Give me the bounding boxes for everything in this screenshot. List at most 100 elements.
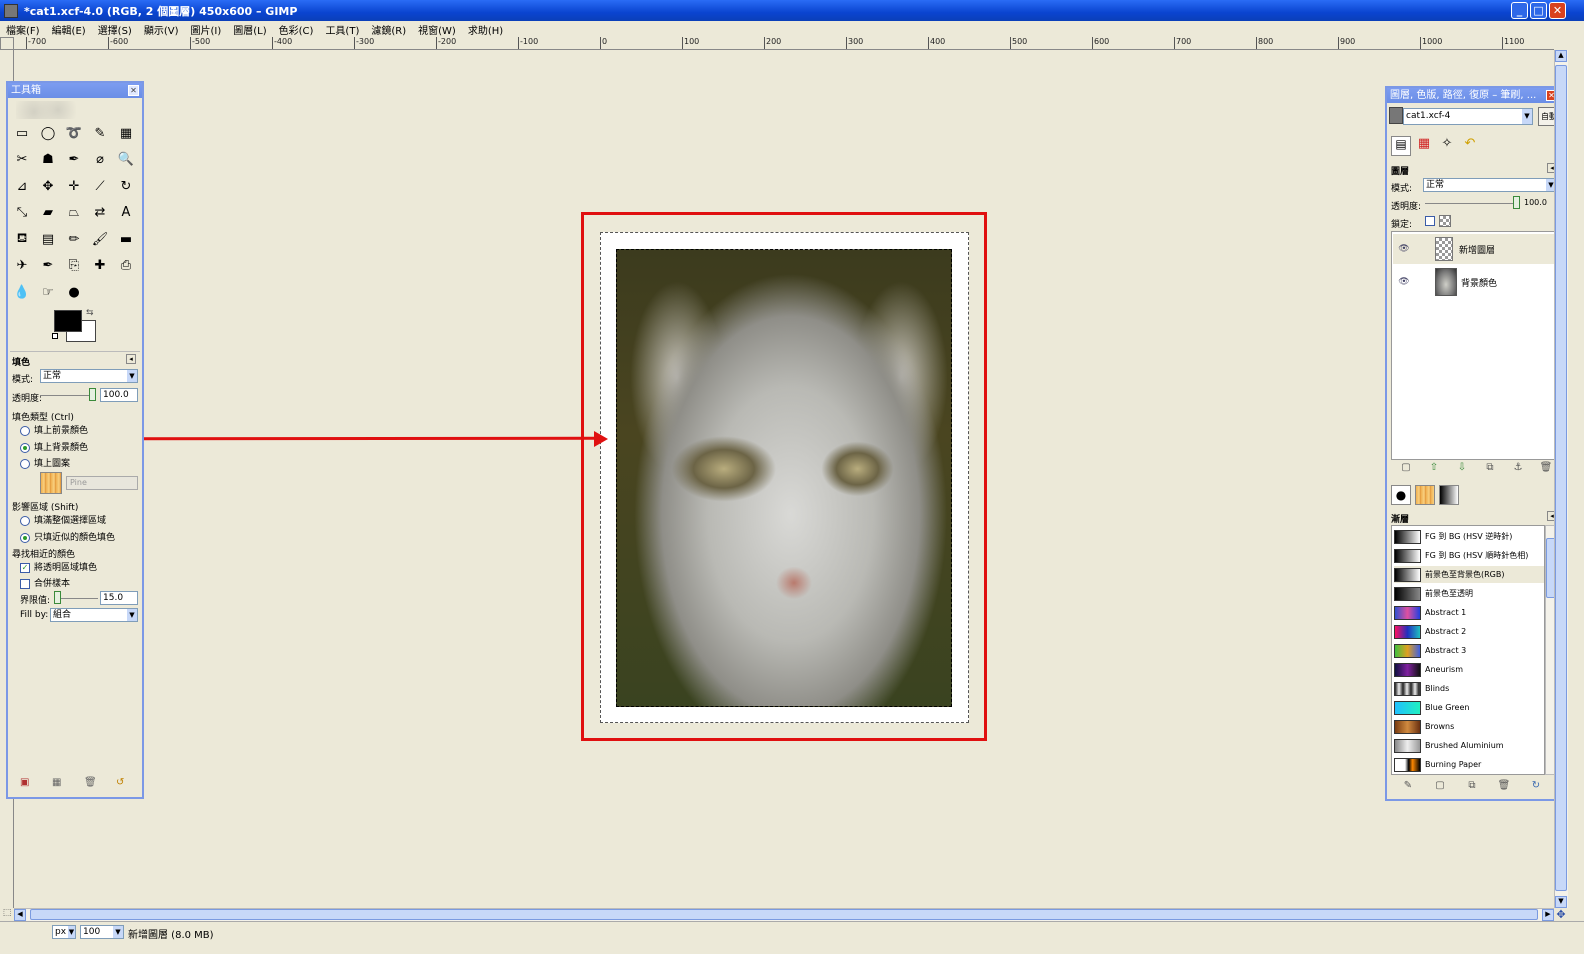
delete-layer-icon[interactable]: 🗑 xyxy=(1539,462,1553,474)
crop-tool-icon[interactable]: ⟋ xyxy=(90,176,110,196)
tab-undo[interactable]: ↶ xyxy=(1460,136,1480,156)
heal-tool-icon[interactable]: ✚ xyxy=(90,256,110,276)
unit-select[interactable]: px ▼ xyxy=(52,925,76,939)
clone-tool-icon[interactable]: ⎘ xyxy=(64,256,84,276)
tab-brushes[interactable]: ● xyxy=(1391,485,1411,505)
menu-item-3[interactable]: 顯示(V) xyxy=(144,22,179,37)
zoom-tool-icon[interactable]: 🔍 xyxy=(116,150,136,170)
tab-patterns[interactable] xyxy=(1415,485,1435,505)
gradient-item[interactable]: Abstract 2 xyxy=(1394,623,1544,640)
gradient-item[interactable]: Browns xyxy=(1394,718,1544,735)
paintbrush-tool-icon[interactable]: 🖌 xyxy=(90,229,110,249)
affected-similar-option[interactable]: 只填近似的顏色填色 xyxy=(20,530,115,543)
menu-item-5[interactable]: 圖層(L) xyxy=(233,22,266,37)
maximize-button[interactable]: □ xyxy=(1530,2,1547,19)
eraser-tool-icon[interactable]: ▬ xyxy=(116,229,136,249)
default-colors-icon[interactable] xyxy=(52,333,58,339)
measure-tool-icon[interactable]: ⊿ xyxy=(12,176,32,196)
opacity-spinbox[interactable]: 100.0 xyxy=(100,388,138,402)
tab-paths[interactable]: ✧ xyxy=(1437,136,1457,156)
gradient-item[interactable]: 前景色至透明 xyxy=(1394,585,1544,602)
restore-options-icon[interactable]: ▦ xyxy=(52,777,61,788)
select-by-color-tool-icon[interactable]: ▦ xyxy=(116,123,136,143)
opacity-slider-handle[interactable] xyxy=(89,388,96,401)
color-picker-tool-icon[interactable]: ⌀ xyxy=(90,150,110,170)
affected-whole-option[interactable]: 填滿整個選擇區域 xyxy=(20,513,106,526)
tab-layers[interactable]: ▤ xyxy=(1391,136,1411,156)
refresh-gradients-icon[interactable]: ↻ xyxy=(1529,780,1543,792)
gradient-item[interactable]: Blue Green xyxy=(1394,699,1544,716)
horizontal-scrollbar[interactable]: ◀ ▶ xyxy=(14,908,1554,921)
layer-row-background[interactable]: 👁 背景顏色 xyxy=(1393,267,1555,297)
menu-item-2[interactable]: 選擇(S) xyxy=(98,22,132,37)
reset-options-icon[interactable]: ↺ xyxy=(116,777,124,788)
dodge-burn-tool-icon[interactable]: ● xyxy=(64,282,84,302)
menu-item-8[interactable]: 濾鏡(R) xyxy=(371,22,406,37)
menu-item-6[interactable]: 色彩(C) xyxy=(279,22,314,37)
minimize-button[interactable]: _ xyxy=(1511,2,1528,19)
perspective-clone-tool-icon[interactable]: ⎙ xyxy=(116,256,136,276)
eye-icon[interactable]: 👁 xyxy=(1393,277,1415,287)
move-tool-icon[interactable]: ✥ xyxy=(38,176,58,196)
shear-tool-icon[interactable]: ▰ xyxy=(38,203,58,223)
layers-opacity-track[interactable] xyxy=(1425,203,1515,204)
fill-bg-radio[interactable] xyxy=(20,442,30,453)
vertical-scrollbar[interactable]: ▲ ▼ xyxy=(1554,50,1568,908)
scale-tool-icon[interactable]: ⤡ xyxy=(12,203,32,223)
scissors-tool-icon[interactable]: ✂ xyxy=(12,150,32,170)
airbrush-tool-icon[interactable]: ✈ xyxy=(12,256,32,276)
fill-by-select[interactable]: 組合 ▼ xyxy=(50,608,138,622)
lock-pixels-checkbox[interactable] xyxy=(1425,216,1435,226)
text-tool-icon[interactable]: A xyxy=(116,203,136,223)
affected-whole-radio[interactable] xyxy=(20,515,30,526)
blend-tool-icon[interactable]: ▤ xyxy=(38,229,58,249)
fill-pattern-radio[interactable] xyxy=(20,458,30,469)
gradient-item[interactable]: Blinds xyxy=(1394,680,1544,697)
gradient-item[interactable]: Aneurism xyxy=(1394,661,1544,678)
free-select-tool-icon[interactable]: ➰ xyxy=(64,123,84,143)
menu-item-4[interactable]: 圖片(I) xyxy=(191,22,222,37)
fill-fg-radio[interactable] xyxy=(20,425,30,436)
layers-opacity-handle[interactable] xyxy=(1513,196,1520,209)
lock-alpha-icon[interactable] xyxy=(1439,215,1451,227)
zoom-select[interactable]: 100 ▼ xyxy=(80,925,124,939)
ink-tool-icon[interactable]: ✒ xyxy=(38,256,58,276)
lower-layer-icon[interactable]: ⇩ xyxy=(1455,462,1469,474)
quick-mask-icon[interactable]: ⬚ xyxy=(0,908,14,921)
menu-item-10[interactable]: 求助(H) xyxy=(468,22,503,37)
sample-merged-checkbox[interactable] xyxy=(20,578,30,589)
toolbox-close-icon[interactable]: ✕ xyxy=(128,85,139,96)
foreground-color-swatch[interactable] xyxy=(54,310,82,332)
delete-gradient-icon[interactable]: 🗑 xyxy=(1497,780,1511,792)
gradient-item[interactable]: Brushed Aluminium xyxy=(1394,737,1544,754)
tab-channels[interactable]: ▦ xyxy=(1414,136,1434,156)
fill-bg-option[interactable]: 填上背景顏色 xyxy=(20,440,88,453)
align-tool-icon[interactable]: ✛ xyxy=(64,176,84,196)
gradient-item[interactable]: FG 到 BG (HSV 逆時針) xyxy=(1394,528,1544,545)
layers-mode-select[interactable]: 正常 ▼ xyxy=(1423,178,1557,192)
smudge-tool-icon[interactable]: ☞ xyxy=(38,282,58,302)
new-gradient-icon[interactable]: ▢ xyxy=(1433,780,1447,792)
pencil-tool-icon[interactable]: ✏ xyxy=(64,229,84,249)
options-menu-icon[interactable]: ◂ xyxy=(126,354,136,364)
pattern-name-field[interactable]: Pine xyxy=(66,476,138,490)
dock-titlebar[interactable]: 圖層, 色版, 路徑, 復原 – 筆刷, ... ✕ xyxy=(1387,88,1560,103)
threshold-slider-track[interactable] xyxy=(58,598,98,599)
duplicate-layer-icon[interactable]: ⧉ xyxy=(1483,462,1497,474)
threshold-spinbox[interactable]: 15.0 xyxy=(100,591,138,605)
new-layer-icon[interactable]: ▢ xyxy=(1399,462,1413,474)
fill-fg-option[interactable]: 填上前景顏色 xyxy=(20,423,88,436)
pattern-preview[interactable] xyxy=(40,472,62,494)
eye-icon[interactable]: 👁 xyxy=(1393,244,1415,254)
swap-colors-icon[interactable]: ⇆ xyxy=(86,308,94,318)
layers-opacity-value[interactable]: 100.0 xyxy=(1524,198,1547,207)
flip-tool-icon[interactable]: ⇄ xyxy=(90,203,110,223)
menu-item-1[interactable]: 編輯(E) xyxy=(52,22,86,37)
foreground-select-tool-icon[interactable]: ☗ xyxy=(38,150,58,170)
gradient-item[interactable]: Abstract 3 xyxy=(1394,642,1544,659)
fill-transparent-checkbox[interactable]: ✓ xyxy=(20,562,30,573)
gradient-item[interactable]: FG 到 BG (HSV 順時針色相) xyxy=(1394,547,1544,564)
ruler-corner-button[interactable] xyxy=(0,37,14,50)
paths-tool-icon[interactable]: ✒ xyxy=(64,150,84,170)
fuzzy-select-tool-icon[interactable]: ✎ xyxy=(90,123,110,143)
